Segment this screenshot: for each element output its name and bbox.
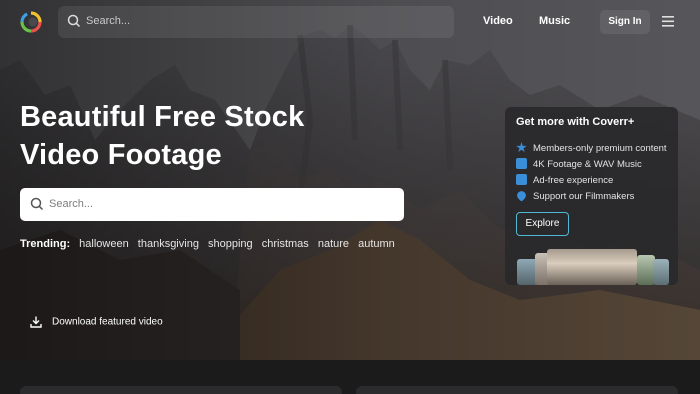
promo-thumbnails <box>505 247 678 285</box>
explore-button[interactable]: Explore <box>516 212 569 236</box>
promo-feature: Members-only premium content <box>516 142 667 154</box>
headline-line-2: Video Footage <box>20 139 222 171</box>
feature-text: Support our Filmmakers <box>533 191 635 202</box>
download-featured-video-button[interactable]: Download featured video <box>30 316 163 328</box>
trending-bar: Trending: halloween thanksgiving shoppin… <box>20 238 401 250</box>
feature-text: 4K Footage & WAV Music <box>533 159 642 170</box>
heart-icon <box>515 189 528 202</box>
promo-feature: Support our Filmmakers <box>515 189 635 202</box>
trending-tag[interactable]: thanksgiving <box>138 238 199 250</box>
trending-tag[interactable]: christmas <box>262 238 309 250</box>
trending-label: Trending: <box>20 238 71 250</box>
coverr-plus-promo-card: Get more with Coverr+ Members-only premi… <box>505 107 678 285</box>
coverr-logo[interactable] <box>20 11 42 33</box>
thumbnail-image <box>547 249 637 285</box>
hero-headline: Beautiful Free Stock Video Footage <box>20 98 304 174</box>
trending-tag[interactable]: nature <box>318 238 349 250</box>
thumbnail-image <box>653 259 669 285</box>
nav-video-link[interactable]: Video <box>483 15 513 27</box>
top-search-placeholder: Search... <box>86 15 131 27</box>
video-card[interactable] <box>356 386 678 394</box>
promo-feature: Ad-free experience <box>516 174 613 186</box>
search-icon <box>30 197 44 211</box>
star-icon <box>516 142 527 153</box>
top-nav: Search... Video Music Sign In <box>0 0 700 44</box>
hamburger-menu-icon[interactable] <box>662 16 674 27</box>
feature-text: Ad-free experience <box>533 175 614 186</box>
no-ads-icon <box>516 174 527 185</box>
feature-text: Members-only premium content <box>533 143 667 154</box>
trending-tag[interactable]: autumn <box>358 238 395 250</box>
download-label: Download featured video <box>52 316 163 328</box>
download-icon <box>30 316 42 328</box>
sign-in-button[interactable]: Sign In <box>600 10 650 34</box>
search-icon <box>67 14 81 28</box>
hero-search-input[interactable]: Search... <box>20 188 404 221</box>
top-search-input[interactable]: Search... <box>58 6 454 38</box>
promo-feature: 4K Footage & WAV Music <box>516 158 642 170</box>
headline-line-1: Beautiful Free Stock <box>20 101 305 133</box>
trending-tag[interactable]: halloween <box>79 238 129 250</box>
trending-tag[interactable]: shopping <box>208 238 253 250</box>
4k-icon <box>516 158 527 169</box>
nav-music-link[interactable]: Music <box>539 15 570 27</box>
video-card[interactable] <box>20 386 342 394</box>
promo-title: Get more with Coverr+ <box>516 116 635 128</box>
hero-search-placeholder: Search... <box>49 198 94 210</box>
